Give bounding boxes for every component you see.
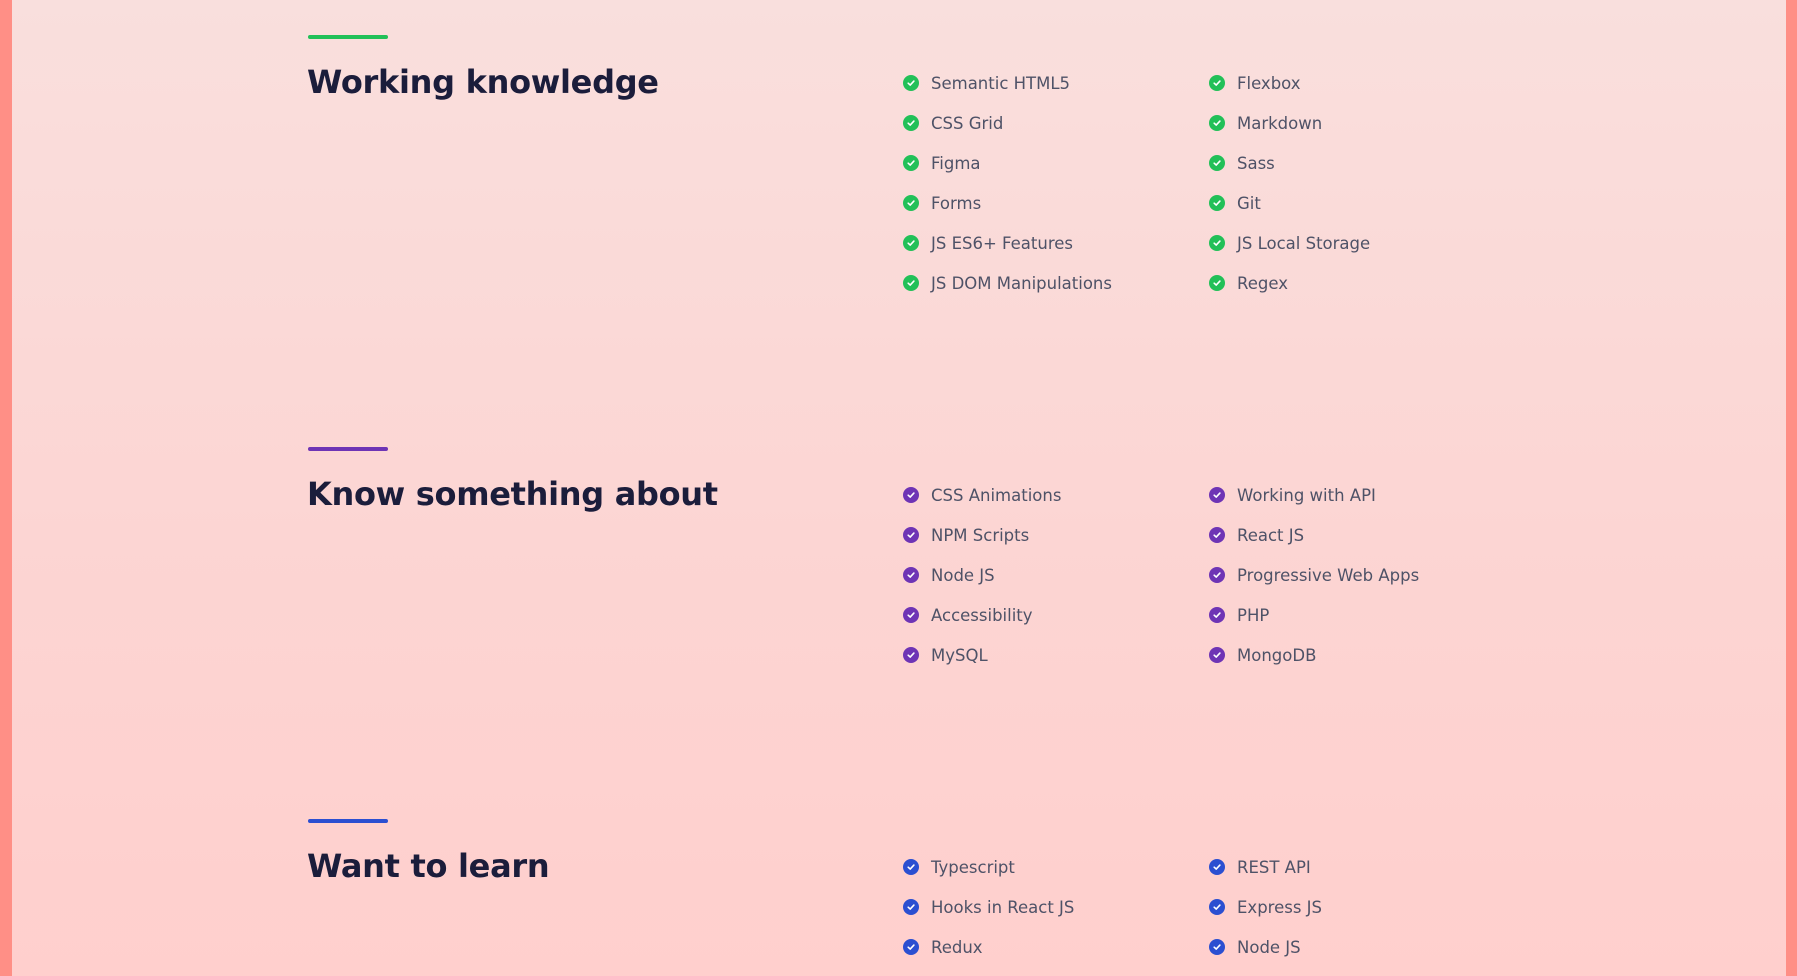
skill-item: Accessibility [903, 603, 1033, 627]
check-circle-icon [903, 75, 919, 91]
check-circle-icon [1209, 647, 1225, 663]
skill-label: Progressive Web Apps [1237, 565, 1420, 585]
check-circle-icon [1209, 607, 1225, 623]
check-circle-icon [903, 487, 919, 503]
skill-label: Forms [931, 193, 982, 213]
skill-label: CSS Animations [931, 485, 1062, 505]
skill-item: Git [1209, 191, 1261, 215]
skill-label: React JS [1237, 525, 1305, 545]
skill-label: REST API [1237, 857, 1311, 877]
skill-item: Sass [1209, 151, 1275, 175]
skill-label: Working with API [1237, 485, 1376, 505]
skill-label: Regex [1237, 273, 1288, 293]
skill-label: Node JS [1237, 937, 1301, 957]
check-circle-icon [1209, 235, 1225, 251]
skill-label: Redux [931, 937, 983, 957]
skill-item: CSS Animations [903, 483, 1061, 507]
skill-item: Redux [903, 935, 983, 959]
skill-item: Hooks in React JS [903, 895, 1074, 919]
check-circle-icon [1209, 567, 1225, 583]
section-title: Know something about [307, 475, 718, 513]
section-accent-bar [308, 447, 388, 451]
skill-item: NPM Scripts [903, 523, 1029, 547]
check-circle-icon [1209, 939, 1225, 955]
right-edge-strip [1786, 0, 1797, 976]
skill-item: MySQL [903, 643, 988, 667]
skill-item: JS ES6+ Features [903, 231, 1073, 255]
skill-item: MongoDB [1209, 643, 1316, 667]
skill-label: MongoDB [1237, 645, 1317, 665]
skill-label: Hooks in React JS [931, 897, 1075, 917]
section-title: Want to learn [307, 847, 550, 885]
check-circle-icon [1209, 859, 1225, 875]
skill-item: Figma [903, 151, 981, 175]
check-circle-icon [903, 195, 919, 211]
check-circle-icon [903, 527, 919, 543]
skill-label: PHP [1237, 605, 1270, 625]
check-circle-icon [1209, 155, 1225, 171]
check-circle-icon [903, 859, 919, 875]
skill-item: Regex [1209, 271, 1288, 295]
skill-item: Typescript [903, 855, 1015, 879]
skill-label: Markdown [1237, 113, 1323, 133]
skill-item: Flexbox [1209, 71, 1301, 95]
check-circle-icon [903, 939, 919, 955]
skill-item: JS DOM Manipulations [903, 271, 1112, 295]
check-circle-icon [1209, 195, 1225, 211]
check-circle-icon [903, 647, 919, 663]
skill-label: Sass [1237, 153, 1275, 173]
check-circle-icon [903, 155, 919, 171]
skill-item: Progressive Web Apps [1209, 563, 1419, 587]
skill-item: Node JS [903, 563, 995, 587]
check-circle-icon [1209, 75, 1225, 91]
section-accent-bar [308, 35, 388, 39]
skill-item: Express JS [1209, 895, 1322, 919]
skill-item: React JS [1209, 523, 1304, 547]
skill-item: Forms [903, 191, 981, 215]
check-circle-icon [1209, 899, 1225, 915]
skill-label: JS DOM Manipulations [931, 273, 1112, 293]
skill-label: Node JS [931, 565, 995, 585]
skill-label: Flexbox [1237, 73, 1301, 93]
skill-item: CSS Grid [903, 111, 1003, 135]
check-circle-icon [903, 235, 919, 251]
check-circle-icon [1209, 275, 1225, 291]
skill-item: Semantic HTML5 [903, 71, 1070, 95]
skill-label: Accessibility [931, 605, 1033, 625]
skill-item: Markdown [1209, 111, 1322, 135]
check-circle-icon [903, 115, 919, 131]
skill-item: Node JS [1209, 935, 1301, 959]
skill-item: PHP [1209, 603, 1269, 627]
check-circle-icon [903, 899, 919, 915]
check-circle-icon [1209, 115, 1225, 131]
skill-label: Express JS [1237, 897, 1323, 917]
skill-label: Typescript [931, 857, 1015, 877]
section-accent-bar [308, 819, 388, 823]
skill-label: JS ES6+ Features [931, 233, 1073, 253]
skill-label: Semantic HTML5 [931, 73, 1071, 93]
skill-item: REST API [1209, 855, 1311, 879]
skill-label: CSS Grid [931, 113, 1004, 133]
skill-item: JS Local Storage [1209, 231, 1370, 255]
check-circle-icon [903, 567, 919, 583]
skill-label: Figma [931, 153, 981, 173]
section-title: Working knowledge [307, 63, 659, 101]
skill-item: Working with API [1209, 483, 1376, 507]
check-circle-icon [903, 607, 919, 623]
skill-label: JS Local Storage [1237, 233, 1371, 253]
left-edge-strip [0, 0, 12, 976]
skill-label: NPM Scripts [931, 525, 1030, 545]
check-circle-icon [1209, 527, 1225, 543]
check-circle-icon [1209, 487, 1225, 503]
skill-label: MySQL [931, 645, 988, 665]
check-circle-icon [903, 275, 919, 291]
skill-label: Git [1237, 193, 1261, 213]
